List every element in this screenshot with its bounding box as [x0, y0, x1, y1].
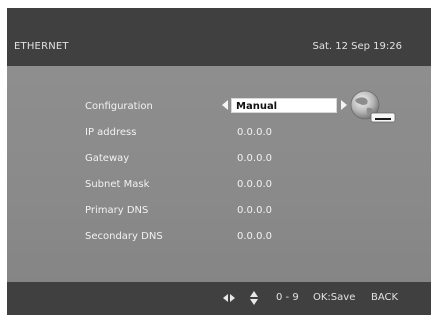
- ip-address-value[interactable]: 0.0.0.0: [237, 127, 272, 138]
- settings-panel: Configuration Manual IP address 0.0.0.0 …: [7, 66, 431, 282]
- secondary-dns-value[interactable]: 0.0.0.0: [237, 231, 272, 242]
- ip-address-label: IP address: [85, 127, 137, 138]
- arrow-left-icon[interactable]: [222, 100, 228, 110]
- primary-dns-value[interactable]: 0.0.0.0: [237, 205, 272, 216]
- footer-bar: 0 - 9 OK:Save BACK: [7, 282, 431, 315]
- header-bar: ETHERNET Sat. 12 Sep 19:26: [7, 8, 431, 66]
- gateway-label: Gateway: [85, 153, 130, 164]
- ethernet-screen: ETHERNET Sat. 12 Sep 19:26 Configuration…: [7, 8, 431, 315]
- subnet-mask-label: Subnet Mask: [85, 179, 150, 190]
- digits-hint: 0 - 9: [276, 292, 299, 303]
- configuration-select[interactable]: Manual: [231, 98, 337, 113]
- secondary-dns-label: Secondary DNS: [85, 231, 163, 242]
- save-hint[interactable]: OK:Save: [313, 292, 355, 303]
- gateway-value[interactable]: 0.0.0.0: [237, 153, 272, 164]
- subnet-mask-value[interactable]: 0.0.0.0: [237, 179, 272, 190]
- primary-dns-label: Primary DNS: [85, 205, 149, 216]
- network-globe-icon: [350, 90, 396, 123]
- date-time: Sat. 12 Sep 19:26: [312, 41, 402, 52]
- page-title: ETHERNET: [14, 41, 69, 52]
- configuration-label: Configuration: [85, 101, 153, 112]
- back-hint[interactable]: BACK: [371, 292, 398, 303]
- up-down-arrows-icon: [250, 291, 258, 305]
- left-right-arrows-icon: [223, 294, 235, 302]
